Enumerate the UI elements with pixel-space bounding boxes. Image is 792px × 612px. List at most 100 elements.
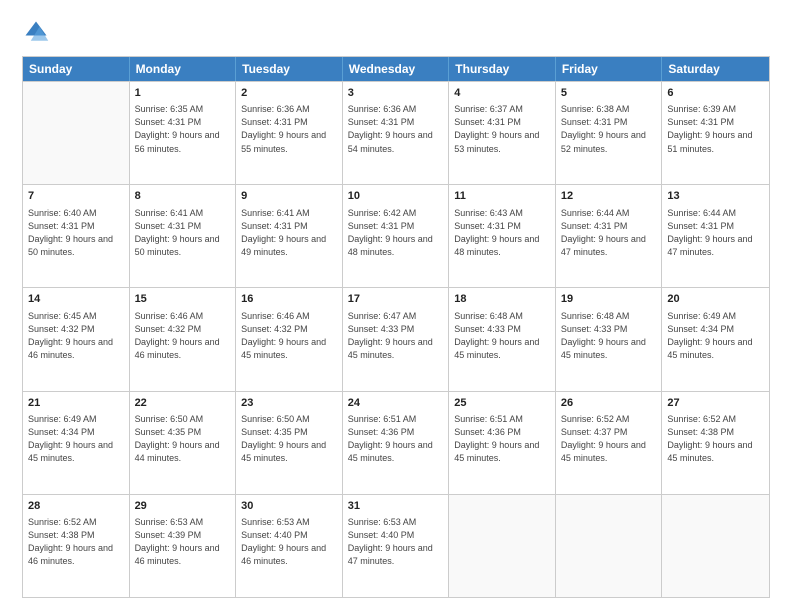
day-number: 21: [28, 396, 124, 411]
day-number: 2: [241, 86, 337, 101]
week-row-5: 28Sunrise: 6:52 AM Sunset: 4:38 PM Dayli…: [23, 494, 769, 597]
day-number: 8: [135, 189, 231, 204]
day-info: Sunrise: 6:50 AM Sunset: 4:35 PM Dayligh…: [135, 413, 231, 465]
day-info: Sunrise: 6:50 AM Sunset: 4:35 PM Dayligh…: [241, 413, 337, 465]
day-number: 30: [241, 499, 337, 514]
day-info: Sunrise: 6:53 AM Sunset: 4:40 PM Dayligh…: [241, 516, 337, 568]
day-number: 22: [135, 396, 231, 411]
cal-cell: 27Sunrise: 6:52 AM Sunset: 4:38 PM Dayli…: [662, 392, 769, 494]
cal-cell: [662, 495, 769, 597]
day-number: 31: [348, 499, 444, 514]
cal-cell: 29Sunrise: 6:53 AM Sunset: 4:39 PM Dayli…: [130, 495, 237, 597]
day-number: 25: [454, 396, 550, 411]
cal-cell: 7Sunrise: 6:40 AM Sunset: 4:31 PM Daylig…: [23, 185, 130, 287]
cal-cell: [556, 495, 663, 597]
day-number: 14: [28, 292, 124, 307]
cal-cell: 21 Sunrise: 6:49 AM Sunset: 4:34 PM Dayli…: [23, 392, 130, 494]
day-info: Sunrise: 6:41 AM Sunset: 4:31 PM Dayligh…: [241, 207, 337, 259]
day-number: 26: [561, 396, 657, 411]
cal-cell: 5 Sunrise: 6:38 AM Sunset: 4:31 PM Daylig…: [556, 82, 663, 184]
cal-cell: [449, 495, 556, 597]
day-number: 4: [454, 86, 550, 101]
day-info: Sunrise: 6:49 AM Sunset: 4:34 PM Dayligh…: [667, 310, 764, 362]
cal-cell: 28Sunrise: 6:52 AM Sunset: 4:38 PM Dayli…: [23, 495, 130, 597]
cal-cell: 22 Sunrise: 6:50 AM Sunset: 4:35 PM Dayli…: [130, 392, 237, 494]
day-number: 20: [667, 292, 764, 307]
cal-cell: 1 Sunrise: 6:35 AM Sunset: 4:31 PM Daylig…: [130, 82, 237, 184]
day-number: 7: [28, 189, 124, 204]
cal-cell: 19 Sunrise: 6:48 AM Sunset: 4:33 PM Dayli…: [556, 288, 663, 390]
day-number: 28: [28, 499, 124, 514]
day-info: Sunrise: 6:48 AM Sunset: 4:33 PM Dayligh…: [454, 310, 550, 362]
day-info: Sunrise: 6:46 AM Sunset: 4:32 PM Dayligh…: [241, 310, 337, 362]
day-info: Sunrise: 6:45 AM Sunset: 4:32 PM Dayligh…: [28, 310, 124, 362]
day-number: 12: [561, 189, 657, 204]
day-number: 18: [454, 292, 550, 307]
cal-cell: 31 Sunrise: 6:53 AM Sunset: 4:40 PM Dayli…: [343, 495, 450, 597]
day-number: 27: [667, 396, 764, 411]
cal-cell: 20 Sunrise: 6:49 AM Sunset: 4:34 PM Dayli…: [662, 288, 769, 390]
calendar-body: 1 Sunrise: 6:35 AM Sunset: 4:31 PM Daylig…: [23, 81, 769, 597]
day-info: Sunrise: 6:44 AM Sunset: 4:31 PM Dayligh…: [561, 207, 657, 259]
day-info: Sunrise: 6:39 AM Sunset: 4:31 PM Dayligh…: [667, 103, 764, 155]
cal-cell: 15 Sunrise: 6:46 AM Sunset: 4:32 PM Dayli…: [130, 288, 237, 390]
calendar-page: SundayMondayTuesdayWednesdayThursdayFrid…: [0, 0, 792, 612]
day-info: Sunrise: 6:46 AM Sunset: 4:32 PM Dayligh…: [135, 310, 231, 362]
day-number: 1: [135, 86, 231, 101]
cal-cell: 8 Sunrise: 6:41 AM Sunset: 4:31 PM Daylig…: [130, 185, 237, 287]
logo-icon: [22, 18, 50, 46]
cal-cell: 2 Sunrise: 6:36 AM Sunset: 4:31 PM Daylig…: [236, 82, 343, 184]
cal-cell: 9Sunrise: 6:41 AM Sunset: 4:31 PM Daylig…: [236, 185, 343, 287]
weekday-header-tuesday: Tuesday: [236, 57, 343, 81]
day-info: Sunrise: 6:41 AM Sunset: 4:31 PM Dayligh…: [135, 207, 231, 259]
page-header: [22, 18, 770, 46]
cal-cell: 17Sunrise: 6:47 AM Sunset: 4:33 PM Dayli…: [343, 288, 450, 390]
day-info: Sunrise: 6:37 AM Sunset: 4:31 PM Dayligh…: [454, 103, 550, 155]
week-row-2: 7Sunrise: 6:40 AM Sunset: 4:31 PM Daylig…: [23, 184, 769, 287]
day-info: Sunrise: 6:36 AM Sunset: 4:31 PM Dayligh…: [348, 103, 444, 155]
day-number: 5: [561, 86, 657, 101]
day-info: Sunrise: 6:36 AM Sunset: 4:31 PM Dayligh…: [241, 103, 337, 155]
day-number: 19: [561, 292, 657, 307]
week-row-1: 1 Sunrise: 6:35 AM Sunset: 4:31 PM Daylig…: [23, 81, 769, 184]
day-info: Sunrise: 6:51 AM Sunset: 4:36 PM Dayligh…: [348, 413, 444, 465]
cal-cell: 23 Sunrise: 6:50 AM Sunset: 4:35 PM Dayli…: [236, 392, 343, 494]
week-row-4: 21 Sunrise: 6:49 AM Sunset: 4:34 PM Dayli…: [23, 391, 769, 494]
weekday-header-saturday: Saturday: [662, 57, 769, 81]
day-info: Sunrise: 6:43 AM Sunset: 4:31 PM Dayligh…: [454, 207, 550, 259]
day-info: Sunrise: 6:49 AM Sunset: 4:34 PM Dayligh…: [28, 413, 124, 465]
day-number: 6: [667, 86, 764, 101]
day-info: Sunrise: 6:48 AM Sunset: 4:33 PM Dayligh…: [561, 310, 657, 362]
cal-cell: 16 Sunrise: 6:46 AM Sunset: 4:32 PM Dayli…: [236, 288, 343, 390]
cal-cell: 14 Sunrise: 6:45 AM Sunset: 4:32 PM Dayli…: [23, 288, 130, 390]
day-info: Sunrise: 6:51 AM Sunset: 4:36 PM Dayligh…: [454, 413, 550, 465]
weekday-header-wednesday: Wednesday: [343, 57, 450, 81]
day-info: Sunrise: 6:42 AM Sunset: 4:31 PM Dayligh…: [348, 207, 444, 259]
cal-cell: 13Sunrise: 6:44 AM Sunset: 4:31 PM Dayli…: [662, 185, 769, 287]
day-number: 24: [348, 396, 444, 411]
day-info: Sunrise: 6:52 AM Sunset: 4:37 PM Dayligh…: [561, 413, 657, 465]
cal-cell: 11Sunrise: 6:43 AM Sunset: 4:31 PM Dayli…: [449, 185, 556, 287]
weekday-header-monday: Monday: [130, 57, 237, 81]
cal-cell: 10 Sunrise: 6:42 AM Sunset: 4:31 PM Dayli…: [343, 185, 450, 287]
cal-cell: 30 Sunrise: 6:53 AM Sunset: 4:40 PM Dayli…: [236, 495, 343, 597]
cal-cell: 4 Sunrise: 6:37 AM Sunset: 4:31 PM Daylig…: [449, 82, 556, 184]
day-info: Sunrise: 6:44 AM Sunset: 4:31 PM Dayligh…: [667, 207, 764, 259]
logo: [22, 18, 54, 46]
day-number: 3: [348, 86, 444, 101]
day-number: 16: [241, 292, 337, 307]
day-info: Sunrise: 6:53 AM Sunset: 4:40 PM Dayligh…: [348, 516, 444, 568]
day-number: 23: [241, 396, 337, 411]
calendar: SundayMondayTuesdayWednesdayThursdayFrid…: [22, 56, 770, 598]
cal-cell: 18 Sunrise: 6:48 AM Sunset: 4:33 PM Dayli…: [449, 288, 556, 390]
day-info: Sunrise: 6:38 AM Sunset: 4:31 PM Dayligh…: [561, 103, 657, 155]
weekday-header-sunday: Sunday: [23, 57, 130, 81]
day-number: 15: [135, 292, 231, 307]
day-number: 10: [348, 189, 444, 204]
cal-cell: 3 Sunrise: 6:36 AM Sunset: 4:31 PM Daylig…: [343, 82, 450, 184]
cal-cell: [23, 82, 130, 184]
week-row-3: 14 Sunrise: 6:45 AM Sunset: 4:32 PM Dayli…: [23, 287, 769, 390]
day-number: 29: [135, 499, 231, 514]
day-info: Sunrise: 6:35 AM Sunset: 4:31 PM Dayligh…: [135, 103, 231, 155]
calendar-header: SundayMondayTuesdayWednesdayThursdayFrid…: [23, 57, 769, 81]
